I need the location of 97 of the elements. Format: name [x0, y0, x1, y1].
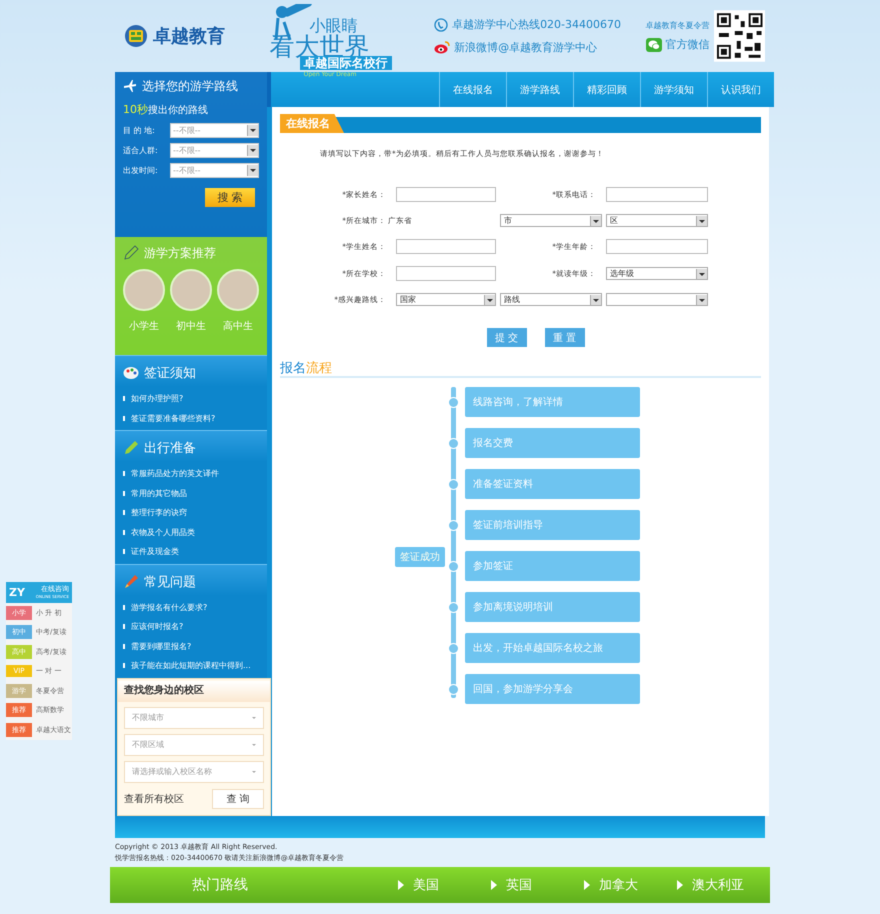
caret-icon — [252, 771, 256, 775]
dropdown-field[interactable]: 不限城市 — [124, 706, 264, 728]
panel-title: 游学方案推荐 — [144, 244, 216, 262]
all-campuses-link[interactable]: 查看所有校区 — [124, 792, 184, 806]
caret-icon — [252, 717, 256, 721]
dropdown-field[interactable]: --不限-- — [170, 123, 259, 138]
process-step: 参加签证 — [465, 551, 640, 581]
avatar-placeholder[interactable] — [170, 269, 212, 311]
section-title: 报名 — [280, 361, 306, 376]
highlight-text: 10秒 — [123, 103, 148, 116]
dropdown-field[interactable]: 选年级 — [606, 267, 708, 280]
logo-emblem-icon — [123, 24, 149, 48]
info-link[interactable]: 常服药品处方的英文译件 — [131, 468, 219, 480]
panel-title: 常见问题 — [144, 574, 196, 590]
timeline-dot-icon — [448, 478, 459, 490]
route-link[interactable]: 美国 — [412, 876, 439, 894]
panel-title: 查找您身边的校区 — [118, 680, 270, 702]
form-button[interactable]: 提 交 — [486, 328, 526, 347]
form-button[interactable]: 重 置 — [544, 328, 584, 347]
triangle-icon — [398, 880, 404, 890]
input-field[interactable] — [606, 187, 708, 202]
triangle-icon — [584, 880, 590, 890]
section-title-accent: 流程 — [306, 361, 332, 376]
info-link[interactable]: 需要到哪里报名? — [131, 640, 192, 652]
timeline-dot-icon — [448, 642, 459, 654]
info-link[interactable]: 游学报名有什么要求? — [131, 602, 208, 613]
dropdown-field[interactable] — [606, 293, 708, 306]
info-link[interactable]: 应该何时报名? — [131, 621, 184, 632]
field-label: 适合人群: — [123, 145, 159, 156]
process-step: 报名交费 — [465, 428, 640, 458]
subtitle-text: 搜出你的路线 — [148, 105, 208, 116]
info-link[interactable]: 整理行李的诀窍 — [131, 507, 187, 518]
hotline-text: 卓越游学中心热线020-34400670 — [452, 17, 622, 32]
timeline-dot-icon — [448, 684, 459, 694]
qr-caption: 卓越教育冬夏令营 — [646, 20, 710, 31]
dropdown-field[interactable]: 国家 — [396, 293, 496, 306]
input-field[interactable] — [396, 239, 496, 254]
info-link[interactable]: 孩子能在如此短期的课程中得到... — [131, 660, 251, 672]
info-link[interactable]: 常用的其它物品 — [131, 488, 187, 499]
timeline-dot-icon — [448, 396, 459, 408]
timeline-dot-icon — [448, 438, 459, 448]
brush-icon — [123, 574, 139, 590]
route-link[interactable]: 澳大利亚 — [692, 876, 744, 894]
caret-icon — [252, 744, 256, 748]
dropdown-field[interactable]: 市 — [500, 214, 602, 227]
info-link[interactable]: 如何办理护照? — [131, 393, 184, 404]
highlighter-icon — [123, 440, 139, 456]
palette-icon — [123, 366, 139, 380]
timeline-dot-icon — [448, 520, 459, 530]
airplane-icon — [123, 79, 137, 93]
panel-title: 出行准备 — [144, 440, 196, 457]
search-button[interactable]: 搜 索 — [205, 188, 255, 207]
triangle-icon — [676, 880, 683, 890]
field-label: 出发时间: — [123, 165, 159, 176]
input-field[interactable] — [396, 187, 496, 202]
weibo-link[interactable]: 新浪微博@卓越教育游学中心 — [454, 40, 598, 55]
triangle-icon — [490, 880, 497, 890]
bar-title: 热门路线 — [190, 876, 248, 894]
wechat-label: 官方微信 — [666, 37, 710, 52]
input-field[interactable] — [396, 266, 496, 281]
info-link[interactable]: 签证需要准备哪些资料? — [131, 412, 216, 424]
pencil-icon — [123, 245, 139, 261]
panel-title: 签证须知 — [144, 365, 196, 382]
avatar-placeholder[interactable] — [217, 269, 259, 311]
info-link[interactable]: 衣物及个人用品类 — [131, 526, 195, 538]
wechat-icon — [646, 38, 662, 52]
avatar-placeholder[interactable] — [123, 269, 165, 311]
route-link[interactable]: 英国 — [506, 876, 532, 894]
query-button[interactable]: 查 询 — [212, 788, 264, 808]
input-field[interactable] — [606, 239, 708, 254]
process-step: 出发，开始卓越国际名校之旅 — [465, 633, 640, 663]
result-label: 签证成功 — [395, 546, 445, 566]
qr-code-drawing — [714, 10, 765, 62]
process-step: 签证前培训指导 — [465, 510, 640, 540]
phone-icon — [434, 18, 448, 32]
dropdown-field[interactable]: 区 — [606, 214, 708, 227]
slogan-subtitle: 卓越国际名校行 — [300, 56, 392, 70]
timeline-dot-icon — [448, 602, 459, 612]
dropdown-field[interactable]: 路线 — [500, 293, 602, 306]
process-step: 参加离境说明培训 — [465, 592, 640, 622]
weibo-icon — [434, 41, 450, 54]
widget-logo: ZY — [9, 586, 25, 599]
route-link[interactable]: 加拿大 — [598, 876, 638, 894]
dropdown-field[interactable]: --不限-- — [170, 163, 259, 178]
slogan-text: 小眼睛 — [310, 16, 358, 35]
process-step: 回国，参加游学分享会 — [465, 674, 640, 704]
section-title: 在线报名 — [280, 114, 344, 133]
logo-text: 卓越教育 — [153, 25, 225, 48]
panel-title: 选择您的游学路线 — [142, 78, 238, 94]
dropdown-field[interactable]: 不限区域 — [124, 734, 264, 756]
dropdown-field[interactable]: 请选择或输入校区名称 — [124, 760, 264, 782]
process-step: 准备签证资料 — [465, 469, 640, 499]
process-step: 线路咨询，了解详情 — [465, 387, 640, 417]
timeline-dot-icon — [448, 560, 459, 572]
field-label: 目 的 地: — [123, 125, 156, 136]
info-link[interactable]: 证件及现金类 — [131, 546, 179, 558]
dropdown-field[interactable]: --不限-- — [170, 143, 259, 158]
